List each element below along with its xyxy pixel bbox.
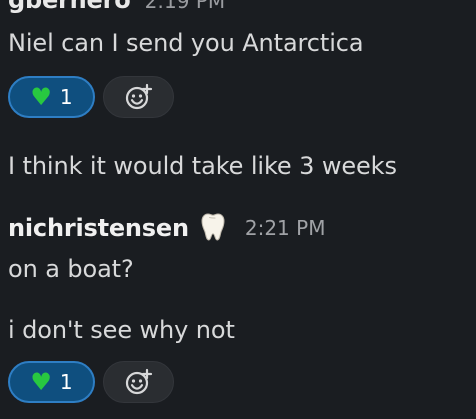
slack-message-thread: gbernero 2:19 PM Niel can I send you Ant…: [0, 0, 476, 419]
green-heart-icon: ♥: [30, 368, 52, 396]
message-timestamp[interactable]: 2:19 PM: [145, 0, 226, 13]
message-text: I think it would take like 3 weeks: [8, 152, 397, 180]
reaction-count: 1: [59, 370, 73, 394]
tooth-icon: [201, 213, 225, 241]
heart-reaction-button[interactable]: ♥ 1: [8, 361, 95, 403]
add-reaction-button[interactable]: [103, 76, 174, 118]
add-reaction-icon: [125, 83, 152, 110]
message-text: Niel can I send you Antarctica: [8, 29, 364, 57]
message-author-row: nichristensen 2:21 PM: [8, 208, 325, 248]
message-text: i don't see why not: [8, 316, 235, 344]
reaction-count: 1: [59, 85, 73, 109]
message-header: gbernero 2:19 PM: [8, 0, 226, 13]
green-heart-icon: ♥: [30, 83, 52, 111]
add-reaction-icon: [125, 368, 152, 395]
sender-name[interactable]: nichristensen: [8, 214, 189, 242]
heart-reaction-button[interactable]: ♥ 1: [8, 76, 95, 118]
sender-name[interactable]: gbernero: [8, 0, 131, 12]
message-text: on a boat?: [8, 255, 134, 283]
reaction-row: ♥ 1: [8, 76, 174, 118]
reaction-row: ♥ 1: [8, 361, 174, 403]
message-timestamp[interactable]: 2:21 PM: [245, 216, 326, 240]
add-reaction-button[interactable]: [103, 361, 174, 403]
